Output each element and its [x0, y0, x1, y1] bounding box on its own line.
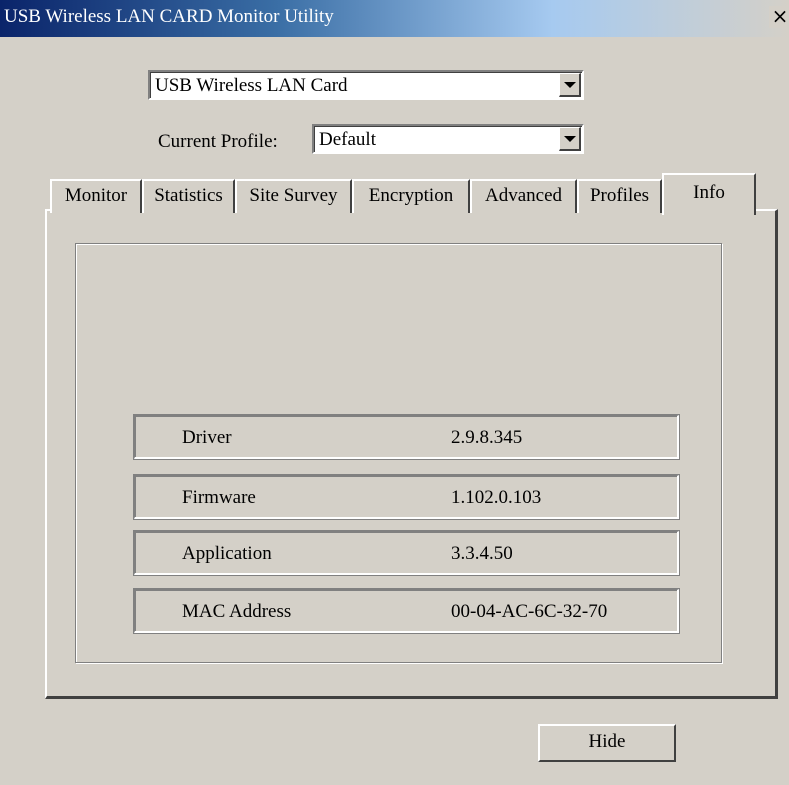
info-value: 1.102.0.103	[451, 487, 542, 508]
info-value: 00-04-AC-6C-32-70	[451, 601, 608, 622]
window-title: USB Wireless LAN CARD Monitor Utility	[4, 6, 334, 27]
chevron-down-icon[interactable]	[559, 73, 581, 97]
info-row-driver: Driver 2.9.8.345	[133, 414, 680, 460]
info-label: Driver	[182, 427, 232, 448]
tab-monitor[interactable]: Monitor	[50, 179, 142, 213]
tab-encryption[interactable]: Encryption	[352, 179, 470, 213]
info-row-application: Application 3.3.4.50	[133, 530, 680, 576]
info-label: Firmware	[182, 487, 256, 508]
info-row-mac-address: MAC Address 00-04-AC-6C-32-70	[133, 588, 680, 634]
current-profile-label: Current Profile:	[158, 131, 278, 152]
close-button[interactable]: ×	[769, 6, 789, 28]
device-select[interactable]: USB Wireless LAN Card	[148, 70, 584, 100]
profile-select-value: Default	[319, 129, 376, 150]
hide-button[interactable]: Hide	[538, 724, 676, 762]
tab-profiles[interactable]: Profiles	[577, 179, 662, 213]
device-select-value: USB Wireless LAN Card	[155, 75, 348, 96]
tab-site-survey[interactable]: Site Survey	[235, 179, 352, 213]
info-value: 2.9.8.345	[451, 427, 523, 448]
profile-select[interactable]: Default	[312, 124, 584, 154]
tab-info[interactable]: Info	[662, 173, 756, 215]
info-label: Application	[182, 543, 272, 564]
info-value: 3.3.4.50	[451, 543, 513, 564]
tab-advanced[interactable]: Advanced	[470, 179, 577, 213]
monitor-utility-window: USB Wireless LAN CARD Monitor Utility × …	[0, 0, 789, 785]
title-bar[interactable]: USB Wireless LAN CARD Monitor Utility ×	[0, 0, 789, 37]
info-row-firmware: Firmware 1.102.0.103	[133, 474, 680, 520]
tab-statistics[interactable]: Statistics	[142, 179, 235, 213]
info-label: MAC Address	[182, 601, 292, 622]
chevron-down-icon[interactable]	[559, 127, 581, 151]
